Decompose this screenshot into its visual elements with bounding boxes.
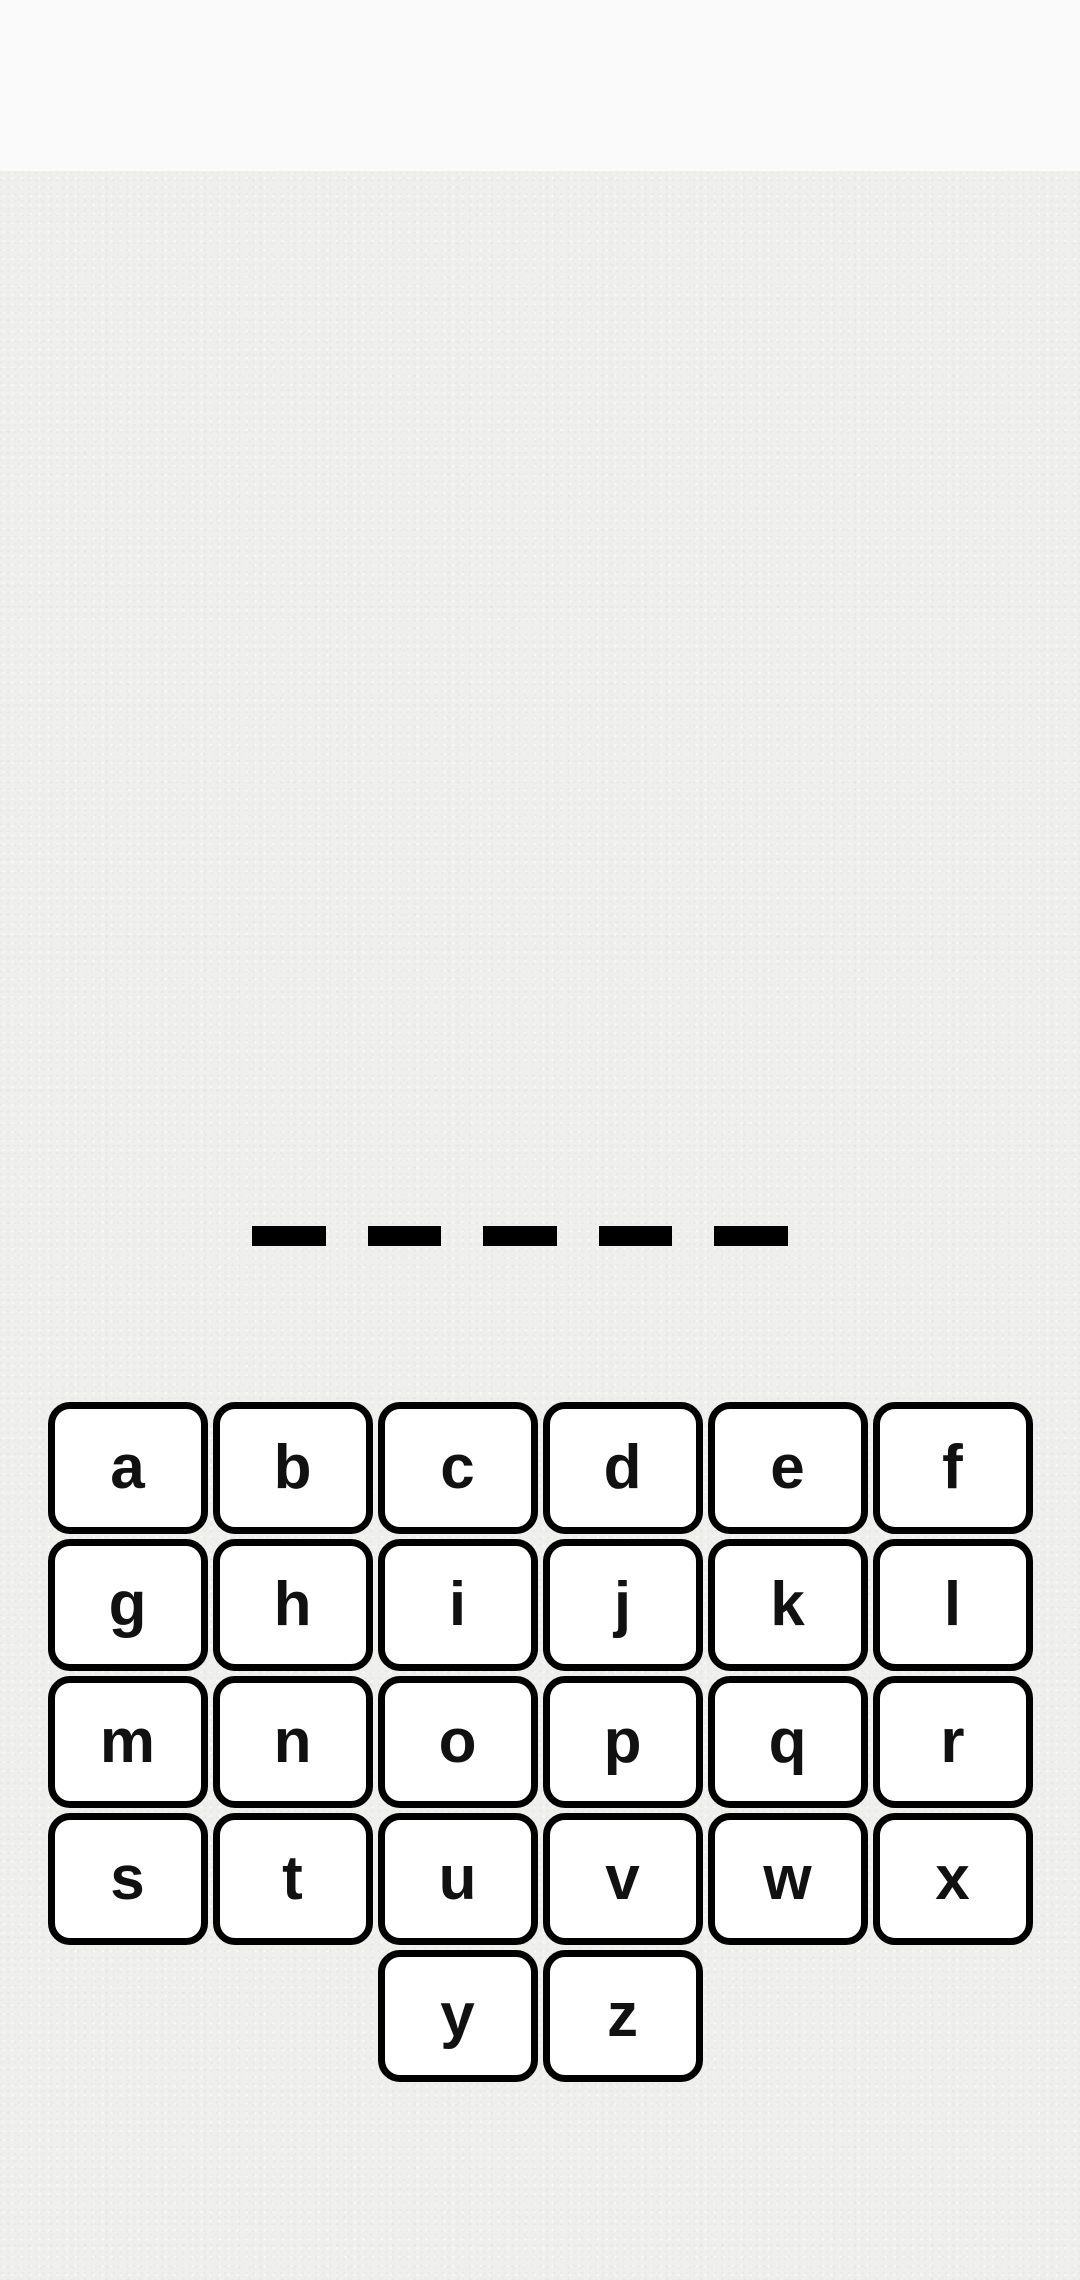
key-label: l <box>943 1570 962 1639</box>
key-label: m <box>99 1707 156 1776</box>
letter-slot-3 <box>483 1226 557 1246</box>
key-s[interactable]: s <box>47 1813 208 1945</box>
key-x[interactable]: x <box>872 1813 1033 1945</box>
key-q[interactable]: q <box>707 1676 868 1808</box>
key-t[interactable]: t <box>212 1813 373 1945</box>
key-z[interactable]: z <box>542 1950 703 2082</box>
key-label: b <box>273 1433 312 1502</box>
key-l[interactable]: l <box>872 1539 1033 1671</box>
key-g[interactable]: g <box>47 1539 208 1671</box>
key-j[interactable]: j <box>542 1539 703 1671</box>
key-w[interactable]: w <box>707 1813 868 1945</box>
key-label: n <box>273 1707 312 1776</box>
key-label: c <box>440 1433 475 1502</box>
key-d[interactable]: d <box>542 1402 703 1534</box>
key-label: g <box>108 1570 147 1639</box>
key-label: d <box>603 1433 642 1502</box>
key-label: p <box>603 1707 642 1776</box>
key-r[interactable]: r <box>872 1676 1033 1808</box>
letter-keyboard: a b c d e f g h i j k l m n o p q r s t … <box>44 1402 1036 2087</box>
key-y[interactable]: y <box>377 1950 538 2082</box>
status-bar <box>0 0 1080 171</box>
key-label: s <box>110 1844 145 1913</box>
key-label: x <box>935 1844 970 1913</box>
key-label: i <box>448 1570 467 1639</box>
letter-slot-1 <box>252 1226 326 1246</box>
key-label: v <box>605 1844 640 1913</box>
key-h[interactable]: h <box>212 1539 373 1671</box>
key-n[interactable]: n <box>212 1676 373 1808</box>
key-label: f <box>942 1433 963 1502</box>
key-label: e <box>770 1433 805 1502</box>
key-o[interactable]: o <box>377 1676 538 1808</box>
letter-slot-2 <box>367 1226 442 1246</box>
keyboard-row: g h i j k l <box>44 1539 1036 1671</box>
letter-slot-5 <box>714 1226 788 1246</box>
key-label: z <box>607 1981 638 2050</box>
key-k[interactable]: k <box>707 1539 868 1671</box>
key-label: r <box>940 1707 965 1776</box>
key-e[interactable]: e <box>707 1402 868 1534</box>
key-label: k <box>770 1570 805 1639</box>
key-p[interactable]: p <box>542 1676 703 1808</box>
keyboard-row: a b c d e f <box>44 1402 1036 1534</box>
key-label: q <box>768 1707 807 1776</box>
key-c[interactable]: c <box>377 1402 538 1534</box>
key-b[interactable]: b <box>212 1402 373 1534</box>
letter-slot-4 <box>598 1226 673 1246</box>
key-label: j <box>613 1570 632 1639</box>
key-v[interactable]: v <box>542 1813 703 1945</box>
key-a[interactable]: a <box>47 1402 208 1534</box>
key-label: o <box>438 1707 477 1776</box>
key-label: w <box>763 1844 812 1913</box>
key-label: u <box>438 1844 477 1913</box>
key-i[interactable]: i <box>377 1539 538 1671</box>
key-u[interactable]: u <box>377 1813 538 1945</box>
key-label: h <box>273 1570 312 1639</box>
keyboard-row: y z <box>44 1950 1036 2082</box>
word-slots <box>252 1226 788 1248</box>
key-label: a <box>110 1433 145 1502</box>
key-f[interactable]: f <box>872 1402 1033 1534</box>
key-label: t <box>282 1844 303 1913</box>
key-m[interactable]: m <box>47 1676 208 1808</box>
key-label: y <box>440 1981 475 2050</box>
keyboard-row: m n o p q r <box>44 1676 1036 1808</box>
keyboard-row: s t u v w x <box>44 1813 1036 1945</box>
